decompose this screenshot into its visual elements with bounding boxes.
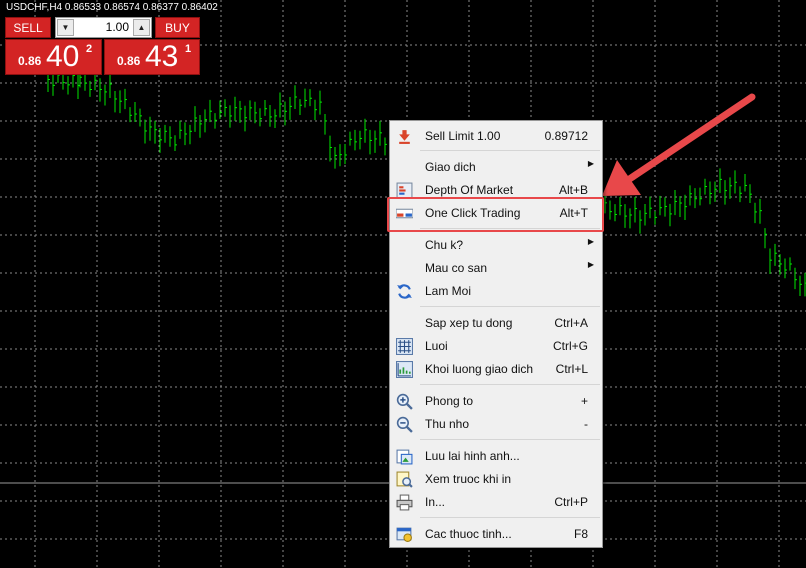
menu-item-phong-to[interactable]: Phong to +: [390, 390, 602, 412]
properties-icon: [396, 527, 412, 542]
menu-item-thu-nho[interactable]: Thu nho -: [390, 413, 602, 435]
chart-context-menu: Sell Limit 1.00 0.89712 Giao dich ▶ Dept…: [389, 120, 603, 548]
menu-item-cac-thuoc-tinh[interactable]: Cac thuoc tinh... F8: [390, 523, 602, 545]
lot-size-spinner[interactable]: ▼ 1.00 ▲: [55, 17, 152, 38]
buy-price-big: 43: [145, 40, 179, 73]
menu-item-khoi-luong[interactable]: Khoi luong giao dich Ctrl+L: [390, 358, 602, 380]
sell-button[interactable]: SELL: [5, 17, 51, 38]
menu-item-mau-co-san[interactable]: Mau co san ▶: [390, 257, 602, 279]
buy-price-prefix: 0.86: [117, 54, 141, 68]
buy-price-button[interactable]: 0.86 43 1: [104, 39, 200, 75]
buy-price-sup: 1: [185, 43, 192, 55]
highlight-box: [387, 197, 604, 232]
menu-separator: [420, 150, 600, 151]
grid-icon: [396, 338, 413, 355]
menu-item-sell-limit[interactable]: Sell Limit 1.00 0.89712: [390, 125, 602, 147]
menu-item-sap-xep-tu-dong[interactable]: Sap xep tu dong Ctrl+A: [390, 312, 602, 334]
menu-separator: [420, 439, 600, 440]
refresh-icon: [397, 284, 412, 299]
menu-item-luoi[interactable]: Luoi Ctrl+G: [390, 335, 602, 357]
volume-icon: [396, 361, 413, 378]
submenu-arrow-icon: ▶: [587, 237, 594, 246]
lot-size-value[interactable]: 1.00: [106, 20, 129, 34]
sell-price-big: 40: [46, 40, 80, 73]
print-preview-icon: [396, 471, 413, 488]
down-arrow-icon: ▼: [61, 23, 70, 32]
buy-button[interactable]: BUY: [155, 17, 200, 38]
menu-separator: [420, 306, 600, 307]
sell-limit-icon: [399, 130, 410, 144]
sell-price-prefix: 0.86: [18, 54, 42, 68]
submenu-arrow-icon: ▶: [587, 159, 594, 168]
save-image-icon: [396, 449, 413, 465]
chart-title: USDCHF,H4 0.86533 0.86574 0.86377 0.8640…: [6, 2, 218, 13]
print-icon: [396, 494, 413, 511]
zoom-in-icon: [396, 393, 413, 410]
menu-item-giao-dich[interactable]: Giao dich ▶: [390, 156, 602, 178]
increase-lot-button[interactable]: ▲: [133, 19, 150, 36]
submenu-arrow-icon: ▶: [587, 260, 594, 269]
menu-item-xem-truoc-khi-in[interactable]: Xem truoc khi in: [390, 468, 602, 490]
zoom-out-icon: [396, 416, 413, 433]
menu-item-chu-ky[interactable]: Chu k? ▶: [390, 234, 602, 256]
decrease-lot-button[interactable]: ▼: [57, 19, 74, 36]
menu-item-luu-lai-hinh-anh[interactable]: Luu lai hinh anh...: [390, 445, 602, 467]
menu-item-in[interactable]: In... Ctrl+P: [390, 491, 602, 513]
one-click-trading-panel: SELL ▼ 1.00 ▲ BUY 0.86 40 2 0.86 43 1: [5, 17, 200, 75]
menu-separator: [420, 384, 600, 385]
menu-separator: [420, 517, 600, 518]
sell-price-sup: 2: [86, 43, 93, 55]
sell-price-button[interactable]: 0.86 40 2: [5, 39, 102, 75]
up-arrow-icon: ▲: [137, 23, 146, 32]
menu-item-lam-moi[interactable]: Lam Moi: [390, 280, 602, 302]
